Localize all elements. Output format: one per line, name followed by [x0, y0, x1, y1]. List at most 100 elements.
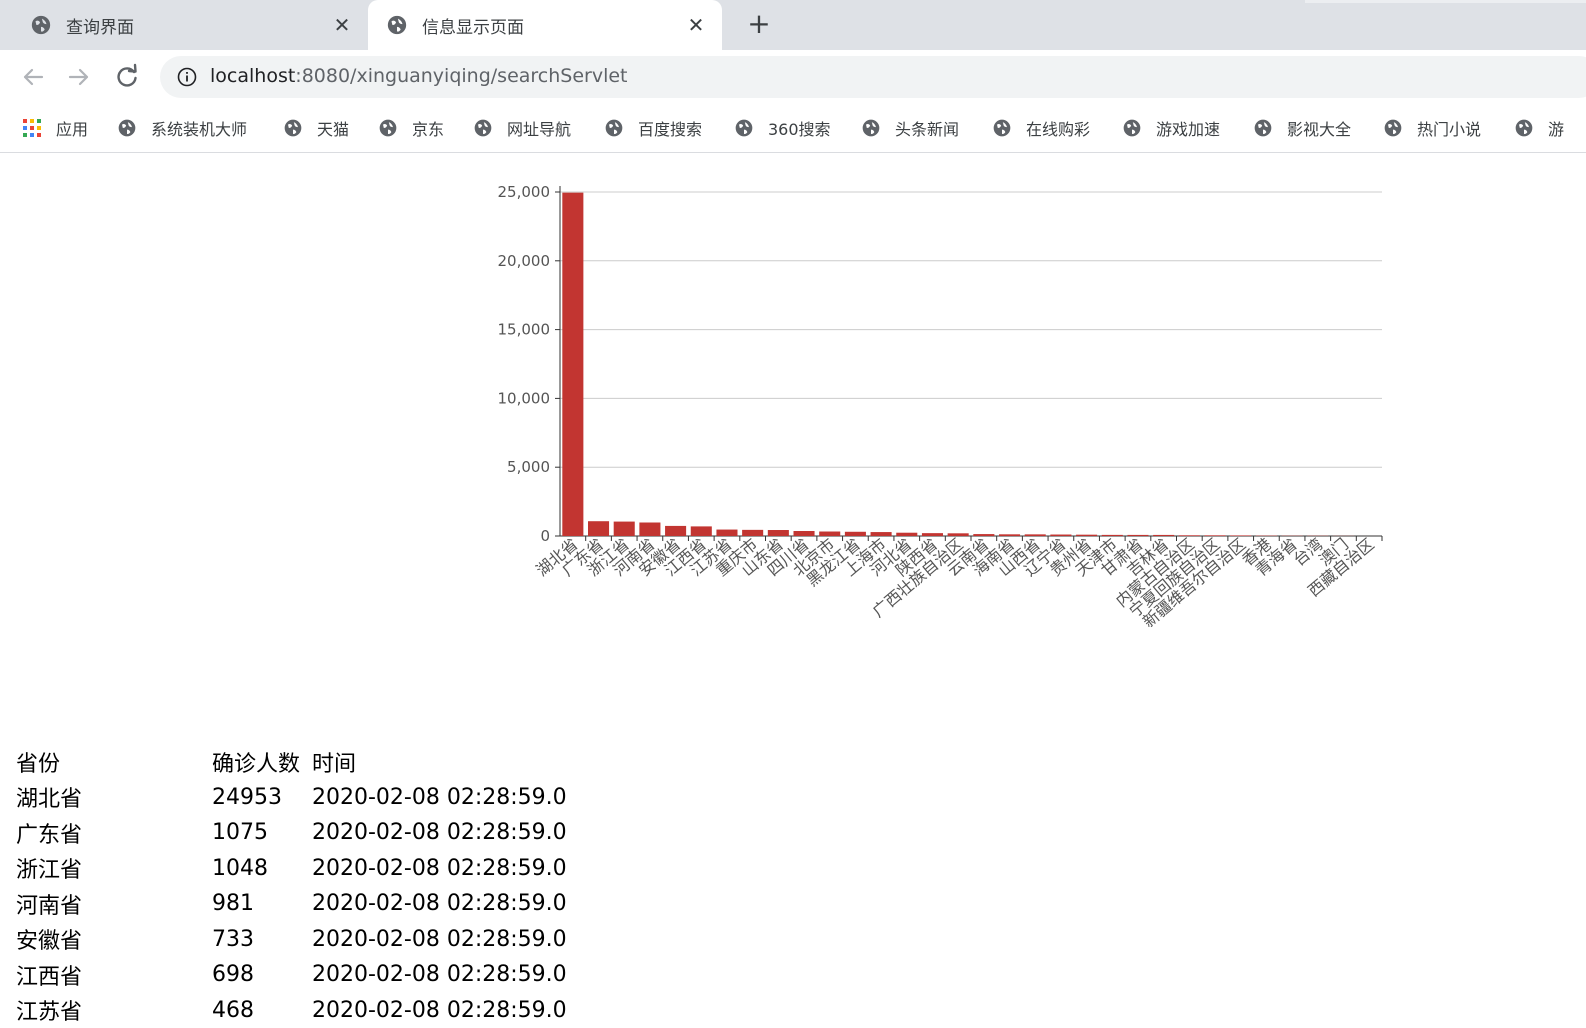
bar [922, 533, 943, 536]
data-table: 省份 确诊人数 时间 湖北省 24953 2020-02-08 02:28:59… [16, 744, 567, 1028]
globe-icon [473, 118, 493, 138]
cell-province: 广东省 [16, 817, 212, 849]
bookmark-label: 360搜索 [768, 116, 831, 140]
bar [793, 531, 814, 536]
bookmark-item[interactable]: 百度搜索 [604, 114, 702, 142]
bookmark-item[interactable]: 网址导航 [473, 114, 571, 142]
bookmark-label: 网址导航 [507, 116, 571, 140]
cell-province: 浙江省 [16, 852, 212, 884]
bookmark-label: 百度搜索 [638, 116, 702, 140]
cell-confirmed: 698 [212, 962, 312, 987]
y-tick-label: 25,000 [498, 183, 551, 201]
bookmark-item[interactable]: 热门小说 [1383, 114, 1481, 142]
close-tab-icon[interactable]: ✕ [324, 13, 360, 37]
cell-province: 河南省 [16, 888, 212, 920]
header-confirmed: 确诊人数 [212, 746, 312, 778]
table-row: 湖北省 24953 2020-02-08 02:28:59.0 [16, 780, 567, 816]
y-tick-label: 5,000 [507, 458, 550, 476]
cell-confirmed: 468 [212, 998, 312, 1023]
bar [896, 533, 917, 536]
address-bar[interactable]: localhost:8080/xinguanyiqing/searchServl… [160, 56, 1586, 98]
bar [999, 534, 1020, 536]
bar [845, 532, 866, 536]
header-time: 时间 [312, 746, 356, 778]
cell-time: 2020-02-08 02:28:59.0 [312, 820, 567, 845]
cell-confirmed: 733 [212, 927, 312, 952]
globe-icon [734, 118, 754, 138]
table-row: 广东省 1075 2020-02-08 02:28:59.0 [16, 815, 567, 851]
table-header-row: 省份 确诊人数 时间 [16, 744, 567, 780]
bar [1179, 535, 1200, 536]
globe-icon [378, 118, 398, 138]
y-tick-label: 0 [540, 527, 550, 545]
forward-arrow-icon[interactable] [64, 62, 94, 92]
globe-icon [386, 14, 408, 36]
bookmark-label: 应用 [56, 116, 88, 140]
window-edge [1305, 0, 1586, 3]
cell-time: 2020-02-08 02:28:59.0 [312, 785, 567, 810]
table-row: 江苏省 468 2020-02-08 02:28:59.0 [16, 993, 567, 1028]
cell-province: 安徽省 [16, 923, 212, 955]
back-arrow-icon[interactable] [18, 62, 48, 92]
bar [1127, 535, 1148, 536]
bar [639, 523, 660, 536]
globe-icon [117, 118, 137, 138]
bookmark-apps[interactable]: 应用 [22, 114, 88, 142]
y-tick-label: 10,000 [498, 389, 551, 407]
globe-icon [1253, 118, 1273, 138]
tab-info-display-page[interactable]: 信息显示页面 ✕ [368, 0, 722, 50]
table-row: 浙江省 1048 2020-02-08 02:28:59.0 [16, 851, 567, 887]
bookmark-item[interactable]: 京东 [378, 114, 444, 142]
tab-query-page[interactable]: 查询界面 ✕ [0, 0, 368, 50]
bookmark-item[interactable]: 天猫 [283, 114, 349, 142]
cell-time: 2020-02-08 02:28:59.0 [312, 962, 567, 987]
bookmark-item[interactable]: 系统装机大师 [117, 114, 247, 142]
bookmark-item[interactable]: 在线购彩 [992, 114, 1090, 142]
header-province: 省份 [16, 746, 212, 778]
bookmark-item[interactable]: 头条新闻 [861, 114, 959, 142]
close-tab-icon[interactable]: ✕ [678, 13, 714, 37]
bar [871, 532, 892, 536]
bookmark-label: 天猫 [317, 116, 349, 140]
bar [716, 530, 737, 536]
bookmark-label: 系统装机大师 [151, 116, 247, 140]
bookmark-label: 热门小说 [1417, 116, 1481, 140]
tab-title: 信息显示页面 [422, 13, 678, 38]
bar [973, 534, 994, 536]
url-text: localhost:8080/xinguanyiqing/searchServl… [210, 65, 628, 87]
cell-time: 2020-02-08 02:28:59.0 [312, 998, 567, 1023]
table-row: 江西省 698 2020-02-08 02:28:59.0 [16, 957, 567, 993]
bar [1025, 534, 1046, 536]
cell-confirmed: 1075 [212, 820, 312, 845]
y-tick-label: 20,000 [498, 252, 551, 270]
browser-toolbar: localhost:8080/xinguanyiqing/searchServl… [0, 50, 1586, 104]
globe-icon [1383, 118, 1403, 138]
bookmark-label: 游 [1548, 116, 1564, 140]
site-info-icon[interactable] [176, 66, 198, 88]
bar [1076, 535, 1097, 536]
bookmarks-bar: 应用 系统装机大师 天猫 京东 网址导航 百度搜索 360搜索 头条新闻 在线购彩 游戏加速 影视… [0, 104, 1586, 153]
cell-province: 江苏省 [16, 994, 212, 1026]
globe-icon [1514, 118, 1534, 138]
bookmark-label: 游戏加速 [1156, 116, 1220, 140]
cell-time: 2020-02-08 02:28:59.0 [312, 856, 567, 881]
bookmark-item[interactable]: 360搜索 [734, 114, 831, 142]
globe-icon [604, 118, 624, 138]
tab-strip: 查询界面 ✕ 信息显示页面 ✕ + [0, 0, 1586, 50]
globe-icon [1122, 118, 1142, 138]
bookmark-label: 头条新闻 [895, 116, 959, 140]
bar [691, 526, 712, 536]
cell-confirmed: 24953 [212, 785, 312, 810]
new-tab-button[interactable]: + [742, 8, 776, 42]
globe-icon [861, 118, 881, 138]
url-host: localhost [210, 65, 295, 87]
globe-icon [992, 118, 1012, 138]
globe-icon [283, 118, 303, 138]
bookmark-item[interactable]: 游戏加速 [1122, 114, 1220, 142]
globe-icon [30, 14, 52, 36]
table-row: 安徽省 733 2020-02-08 02:28:59.0 [16, 922, 567, 958]
bar [948, 533, 969, 536]
bookmark-item[interactable]: 游 [1514, 114, 1564, 142]
bookmark-item[interactable]: 影视大全 [1253, 114, 1351, 142]
reload-icon[interactable] [112, 62, 142, 92]
